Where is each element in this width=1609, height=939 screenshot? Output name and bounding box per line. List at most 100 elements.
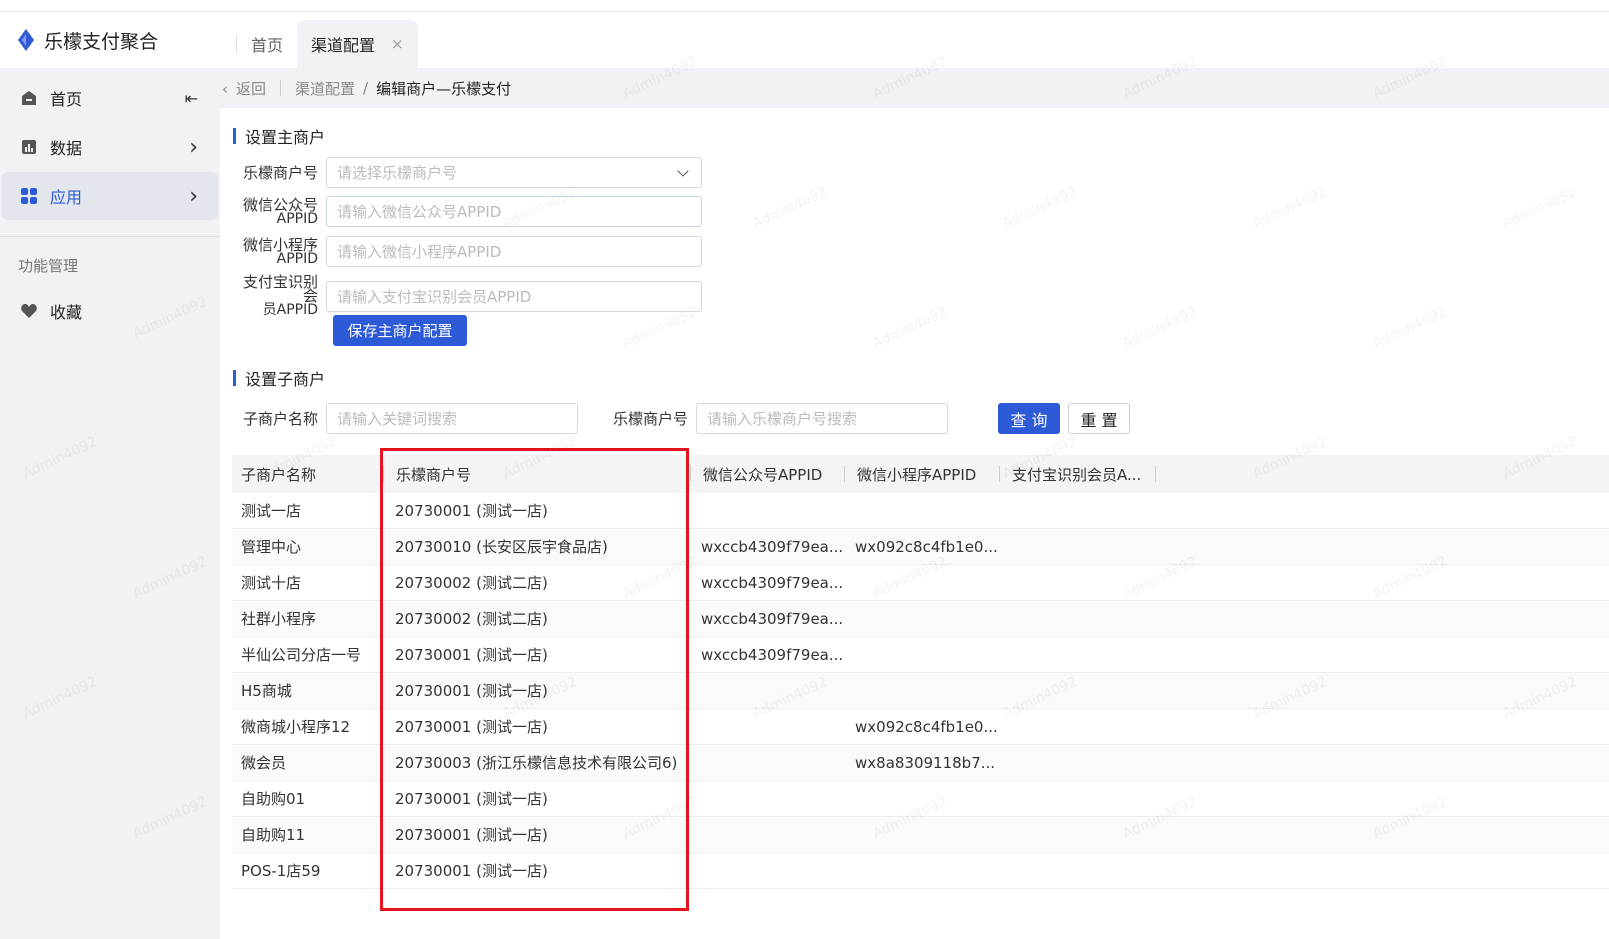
breadcrumb-divider — [280, 80, 282, 96]
table-row[interactable]: H5商城 20730001 (测试一店) — [232, 673, 1609, 709]
breadcrumb-parent[interactable]: 渠道配置 — [295, 78, 355, 99]
sub-name-label: 子商户名称 — [242, 409, 318, 428]
tab-bar: 首页 渠道配置 × — [236, 20, 418, 68]
wx-pub-appid-input[interactable]: 请输入微信公众号APPID — [326, 196, 702, 227]
column-header-name[interactable]: 子商户名称 — [232, 464, 383, 485]
cell-merchant-no: 20730001 (测试一店) — [395, 502, 548, 520]
chevron-right-icon: › — [189, 134, 198, 160]
breadcrumb: ‹ 返回 渠道配置 / 编辑商户—乐檬支付 — [222, 74, 511, 102]
cell-merchant-no: 20730002 (测试二店) — [395, 610, 548, 628]
table-row[interactable]: 测试一店 20730001 (测试一店) — [232, 493, 1609, 529]
table-row[interactable]: 自助购11 20730001 (测试一店) — [232, 817, 1609, 853]
table-row[interactable]: 社群小程序 20730002 (测试二店) wxccb4309f79ea... — [232, 601, 1609, 637]
cell-wx-pub-appid: wxccb4309f79ea... — [701, 573, 843, 592]
table-row[interactable]: 管理中心 20730010 (长安区辰宇食品店) wxccb4309f79ea...… — [232, 529, 1609, 565]
home-icon — [22, 91, 36, 105]
cell-sub-merchant-name: 社群小程序 — [241, 610, 317, 628]
back-label: 返回 — [236, 79, 267, 98]
sidebar-item-home[interactable]: 首页 ⇤ — [0, 74, 220, 122]
wx-pub-label: 微信公众号 APPID — [230, 197, 326, 227]
sidebar-item-label: 应用 — [50, 188, 83, 207]
cell-sub-merchant-name: 测试十店 — [241, 574, 302, 592]
cell-sub-merchant-name: 微商城小程序12 — [241, 718, 351, 736]
cell-merchant-no: 20730001 (测试一店) — [395, 790, 548, 808]
wx-mini-appid-input[interactable]: 请输入微信小程序APPID — [326, 236, 702, 267]
apps-icon — [21, 188, 37, 204]
sub-search-row: 子商户名称 请输入关键词搜索 乐檬商户号 请输入乐檬商户号搜索 查 询 重 置 — [230, 403, 1130, 434]
sidebar-item-label: 收藏 — [50, 303, 83, 322]
breadcrumb-separator: / — [363, 79, 369, 97]
wx-pub-label-line2: APPID — [276, 210, 318, 227]
table-row[interactable]: 半仙公司分店一号 20730001 (测试一店) wxccb4309f79ea... — [232, 637, 1609, 673]
alipay-row: 支付宝识别会 员APPID 请输入支付宝识别会员APPID — [230, 275, 702, 317]
chevron-left-icon: ‹ — [222, 79, 228, 98]
merchant-row: 乐檬商户号 请选择乐檬商户号 — [230, 157, 702, 188]
column-header-merchant-no[interactable]: 乐檬商户号 — [384, 464, 690, 485]
wx-mini-label: 微信小程序 APPID — [230, 237, 326, 267]
alipay-appid-input[interactable]: 请输入支付宝识别会员APPID — [326, 280, 702, 312]
query-button[interactable]: 查 询 — [998, 403, 1060, 434]
sidebar: 首页 ⇤ 数据 › 应用 › 功能管理 收藏 — [0, 68, 246, 939]
sub-merchant-no-search-input[interactable]: 请输入乐檬商户号搜索 — [696, 403, 948, 434]
table-row[interactable]: 自助购01 20730001 (测试一店) — [232, 781, 1609, 817]
sidebar-item-label: 数据 — [50, 139, 83, 158]
sidebar-section-label: 功能管理 — [18, 256, 79, 275]
table-body: 测试一店 20730001 (测试一店) 管理中心 20730010 (长安区辰宇食品… — [232, 493, 1609, 889]
merchant-select[interactable]: 请选择乐檬商户号 — [326, 157, 702, 188]
cell-sub-merchant-name: POS-1店59 — [241, 862, 321, 880]
back-link[interactable]: ‹ 返回 — [222, 78, 266, 99]
tab-home-label: 首页 — [251, 36, 284, 55]
close-icon[interactable]: × — [391, 35, 404, 53]
cell-sub-merchant-name: 半仙公司分店一号 — [241, 646, 362, 664]
breadcrumb-current: 编辑商户—乐檬支付 — [376, 79, 512, 98]
cell-sub-merchant-name: 微会员 — [241, 754, 287, 772]
wx-mini-row: 微信小程序 APPID 请输入微信小程序APPID — [230, 236, 702, 267]
logo-icon — [18, 29, 34, 51]
column-header-wx-pub-appid[interactable]: 微信公众号APPID — [691, 464, 844, 485]
sidebar-item-data[interactable]: 数据 › — [0, 123, 220, 171]
table-row[interactable]: 微商城小程序12 20730001 (测试一店) wx092c8c4fb1e0... — [232, 709, 1609, 745]
sub-merchant-no-label: 乐檬商户号 — [612, 409, 688, 428]
reset-button[interactable]: 重 置 — [1068, 403, 1130, 434]
save-main-merchant-button[interactable]: 保存主商户配置 — [333, 315, 467, 346]
table-row[interactable]: POS-1店59 20730001 (测试一店) — [232, 853, 1609, 889]
cell-merchant-no: 20730001 (测试一店) — [395, 646, 548, 664]
collapse-sidebar-icon[interactable]: ⇤ — [185, 74, 198, 122]
table-row[interactable]: 测试十店 20730002 (测试二店) wxccb4309f79ea... — [232, 565, 1609, 601]
cell-wx-pub-appid: wxccb4309f79ea... — [701, 645, 843, 664]
alipay-label: 支付宝识别会 员APPID — [230, 273, 326, 318]
tab-home[interactable]: 首页 — [237, 20, 297, 68]
top-strip — [0, 0, 1609, 12]
sub-merchant-table: 子商户名称 乐檬商户号 微信公众号APPID 微信小程序APPID 支付宝识别会… — [232, 455, 1609, 889]
cell-sub-merchant-name: 管理中心 — [241, 538, 302, 556]
cell-sub-merchant-name: 自助购11 — [241, 826, 306, 844]
column-divider — [1155, 466, 1156, 482]
chevron-right-icon: › — [189, 183, 198, 209]
cell-merchant-no: 20730010 (长安区辰宇食品店) — [395, 538, 608, 556]
sidebar-item-favorites[interactable]: 收藏 — [0, 287, 220, 335]
cell-wx-pub-appid: wxccb4309f79ea... — [701, 609, 843, 628]
alipay-label-line2: 员APPID — [262, 302, 318, 318]
cell-sub-merchant-name: H5商城 — [241, 682, 292, 700]
cell-merchant-no: 20730001 (测试一店) — [395, 862, 548, 880]
main-content: 设置主商户 乐檬商户号 请选择乐檬商户号 微信公众号 APPID 请输入微信公众号… — [220, 108, 1609, 939]
tab-channel-config[interactable]: 渠道配置 × — [297, 20, 418, 68]
chart-icon — [22, 140, 36, 154]
column-header-wx-mini-appid[interactable]: 微信小程序APPID — [845, 464, 999, 485]
section-title-text: 设置主商户 — [245, 128, 326, 147]
table-row[interactable]: 微会员 20730003 (浙江乐檬信息技术有限公司6) wx8a8309118b7… — [232, 745, 1609, 781]
wx-mini-label-line2: APPID — [276, 250, 318, 267]
cell-sub-merchant-name: 测试一店 — [241, 502, 302, 520]
alipay-label-line1: 支付宝识别会 — [242, 273, 318, 305]
cell-sub-merchant-name: 自助购01 — [241, 790, 306, 808]
table-header: 子商户名称 乐檬商户号 微信公众号APPID 微信小程序APPID 支付宝识别会… — [232, 455, 1609, 493]
cell-merchant-no: 20730002 (测试二店) — [395, 574, 548, 592]
column-header-alipay-appid[interactable]: 支付宝识别会员A... — [1000, 464, 1155, 485]
cell-wx-mini-appid: wx092c8c4fb1e0... — [855, 537, 998, 556]
wx-pub-row: 微信公众号 APPID 请输入微信公众号APPID — [230, 196, 702, 227]
cell-wx-mini-appid: wx8a8309118b7... — [855, 753, 996, 772]
sub-name-search-input[interactable]: 请输入关键词搜索 — [326, 403, 578, 434]
sidebar-item-apps[interactable]: 应用 › — [2, 172, 218, 220]
app-logo[interactable]: 乐檬支付聚合 — [16, 12, 158, 68]
sidebar-divider — [0, 236, 246, 237]
